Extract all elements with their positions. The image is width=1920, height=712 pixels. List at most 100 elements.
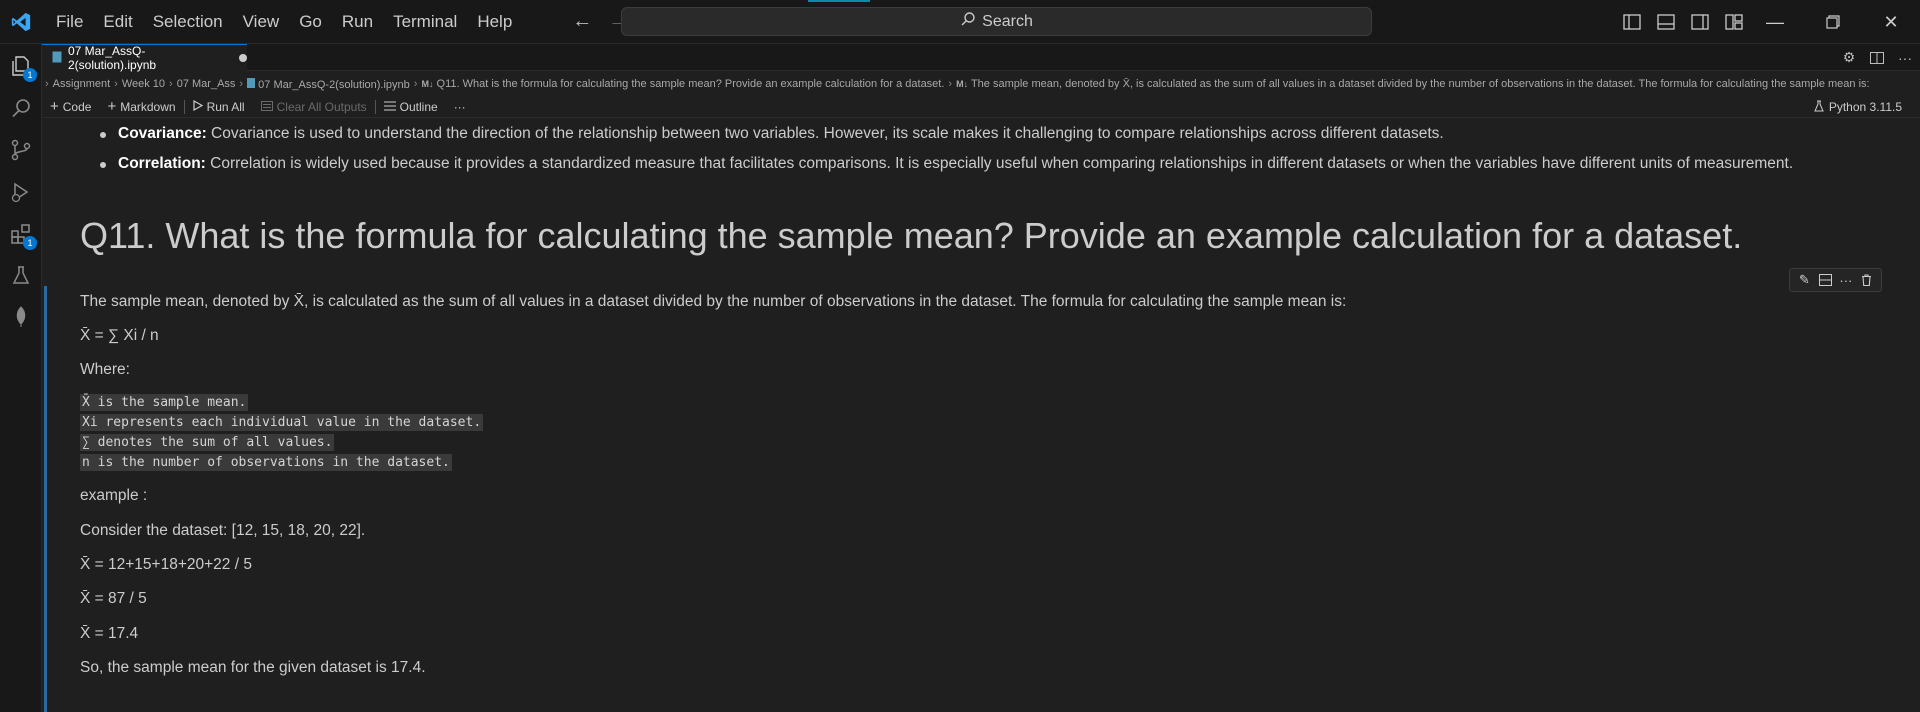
cell-intro-text: The sample mean, denoted by X̄, is calcu…	[80, 293, 1347, 310]
command-center-search[interactable]: Search	[621, 7, 1372, 36]
run-debug-icon[interactable]	[7, 178, 35, 206]
extensions-icon[interactable]: 1	[7, 220, 37, 250]
search-accent-line	[808, 0, 870, 2]
back-arrow-icon[interactable]: ←	[570, 10, 594, 33]
tab-notebook[interactable]: 07 Mar_AssQ-2(solution).ipynb	[42, 44, 247, 72]
explorer-icon[interactable]: 1	[7, 52, 37, 82]
add-code-label: Code	[62, 99, 92, 114]
unsaved-dot-icon[interactable]	[239, 54, 247, 62]
split-cell-icon[interactable]	[1816, 271, 1834, 289]
notebook-file-icon	[52, 51, 62, 66]
leaf-extension-icon[interactable]	[7, 302, 35, 330]
breadcrumb: › Assignment › Week 10 › 07 Mar_Ass › 07…	[42, 72, 1920, 96]
title-bar: File Edit Selection View Go Run Terminal…	[0, 0, 1920, 44]
calculation-step-2: X̄ = 87 / 5	[80, 590, 147, 607]
outline-label: Outline	[399, 99, 438, 114]
breadcrumb-item-file[interactable]: 07 Mar_AssQ-2(solution).ipynb	[244, 77, 413, 91]
breadcrumb-item-heading[interactable]: M↓ Q11. What is the formula for calculat…	[418, 78, 947, 90]
markdown-icon: M↓	[421, 79, 434, 89]
dataset-text: Consider the dataset: [12, 15, 18, 20, 2…	[80, 522, 366, 539]
plus-icon: +	[50, 98, 59, 115]
minimize-icon[interactable]: —	[1746, 0, 1804, 44]
code-block: X̄ is the sample mean. Xi represents eac…	[80, 393, 484, 473]
menu-help[interactable]: Help	[467, 0, 522, 44]
bullet-term: Correlation:	[118, 155, 206, 172]
breadcrumb-item-assignment[interactable]: Assignment	[50, 78, 113, 90]
cell-more-icon[interactable]: ···	[1837, 271, 1855, 289]
menu-go[interactable]: Go	[289, 0, 332, 44]
tab-label: 07 Mar_AssQ-2(solution).ipynb	[68, 44, 157, 72]
search-view-icon[interactable]	[7, 94, 35, 122]
question-heading: Q11. What is the formula for calculating…	[80, 215, 1743, 256]
menu-view[interactable]: View	[233, 0, 290, 44]
activity-bar: 1 1	[0, 44, 42, 712]
menu-terminal[interactable]: Terminal	[383, 0, 467, 44]
search-icon	[960, 11, 976, 32]
code-line: Xi represents each individual value in t…	[80, 413, 484, 433]
editor-actions: ⚙ ···	[1840, 44, 1920, 71]
breadcrumb-item-cell[interactable]: M↓ The sample mean, denoted by X̄, is ca…	[953, 78, 1873, 90]
add-code-cell-button[interactable]: + Code	[42, 96, 99, 118]
menu-file[interactable]: File	[46, 0, 93, 44]
source-control-icon[interactable]	[7, 136, 35, 164]
testing-flask-icon[interactable]	[7, 262, 35, 290]
add-markdown-label: Markdown	[120, 99, 176, 114]
breadcrumb-item-week[interactable]: Week 10	[119, 78, 168, 90]
code-line: X̄ is the sample mean.	[80, 393, 483, 413]
breadcrumb-cell-label: The sample mean, denoted by X̄, is calcu…	[970, 78, 1870, 90]
breadcrumb-item-folder[interactable]: 07 Mar_Ass	[174, 78, 239, 90]
clear-outputs-icon	[260, 100, 273, 114]
play-icon	[192, 99, 203, 114]
code-line-text: X̄ is the sample mean.	[80, 394, 249, 411]
layout-controls	[1620, 10, 1746, 34]
menu-selection[interactable]: Selection	[143, 0, 233, 44]
clear-all-outputs-button[interactable]: Clear All Outputs	[253, 96, 375, 118]
menu-bar: File Edit Selection View Go Run Terminal…	[46, 0, 522, 44]
toolbar-more-button[interactable]: ···	[446, 96, 474, 118]
edit-pencil-icon[interactable]: ✎	[1795, 271, 1813, 289]
clear-outputs-label: Clear All Outputs	[276, 99, 367, 114]
close-icon[interactable]: ✕	[1862, 0, 1920, 44]
kernel-label: Python 3.11.5	[1828, 100, 1902, 114]
toggle-secondary-sidebar-icon[interactable]	[1688, 10, 1712, 34]
more-actions-icon[interactable]: ···	[1896, 49, 1914, 67]
search-placeholder: Search	[982, 12, 1033, 30]
toggle-panel-icon[interactable]	[1654, 10, 1678, 34]
bullet-list: Covariance: Covariance is used to unders…	[94, 119, 1793, 179]
bullet-text: Covariance is used to understand the dir…	[206, 125, 1444, 142]
plus-icon: +	[107, 98, 117, 115]
restore-icon[interactable]	[1804, 0, 1862, 44]
run-all-button[interactable]: Run All	[185, 96, 253, 118]
editor-tab-bar: 07 Mar_AssQ-2(solution).ipynb ⚙ ···	[42, 44, 1920, 72]
run-all-label: Run All	[206, 99, 245, 114]
vscode-logo-icon	[0, 0, 42, 44]
selected-cell-indicator	[44, 286, 47, 712]
calculation-step-3: X̄ = 17.4	[80, 625, 139, 642]
list-item: Correlation: Correlation is widely used …	[94, 149, 1793, 179]
add-markdown-cell-button[interactable]: + Markdown	[99, 96, 183, 118]
split-editor-icon[interactable]	[1868, 49, 1886, 67]
menu-edit[interactable]: Edit	[93, 0, 142, 44]
code-line-text: ∑ denotes the sum of all values.	[80, 434, 335, 451]
kernel-picker[interactable]: Python 3.11.5	[1813, 96, 1902, 118]
kernel-flask-icon	[1813, 100, 1825, 115]
settings-gear-icon[interactable]: ⚙	[1840, 49, 1858, 67]
outline-button[interactable]: Outline	[376, 96, 446, 118]
window-controls: — ✕	[1746, 0, 1920, 44]
menu-run[interactable]: Run	[332, 0, 383, 44]
list-icon	[383, 100, 396, 114]
breadcrumb-heading-label: Q11. What is the formula for calculating…	[436, 78, 945, 90]
bullet-term: Covariance:	[118, 125, 207, 142]
explorer-badge: 1	[23, 68, 37, 82]
formula-text: X̄ = ∑ Xi / n	[80, 327, 159, 344]
code-line-text: Xi represents each individual value in t…	[80, 414, 484, 431]
delete-trash-icon[interactable]	[1858, 271, 1876, 289]
toggle-primary-sidebar-icon[interactable]	[1620, 10, 1644, 34]
notebook-file-icon	[247, 77, 256, 88]
cell-toolbar: ✎ ···	[1789, 268, 1882, 292]
calculation-step-1: X̄ = 12+15+18+20+22 / 5	[80, 556, 252, 573]
code-line: n is the number of observations in the d…	[80, 453, 483, 473]
customize-layout-icon[interactable]	[1722, 10, 1746, 34]
code-line-text: n is the number of observations in the d…	[80, 454, 452, 471]
notebook-content: Covariance: Covariance is used to unders…	[42, 119, 1920, 712]
